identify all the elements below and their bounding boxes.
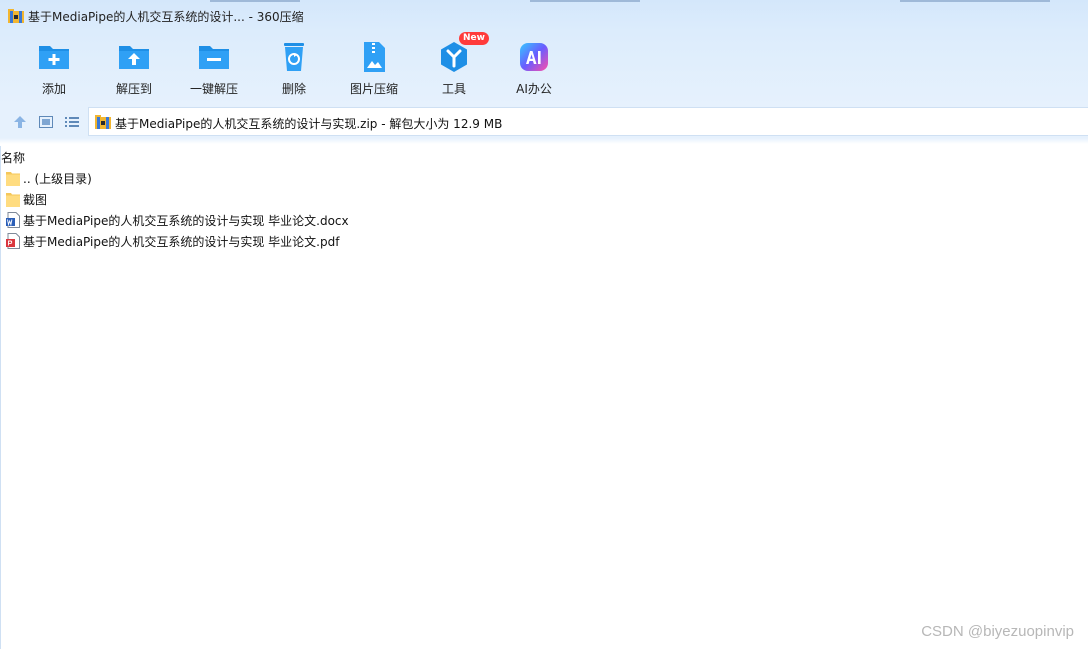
tools-label: 工具 xyxy=(441,82,466,96)
folder-icon xyxy=(6,193,20,207)
image-compress-label: 图片压缩 xyxy=(349,82,398,96)
tools-icon xyxy=(441,42,467,72)
separator xyxy=(0,138,1088,144)
navigation-bar: 基于MediaPipe的人机交互系统的设计与实现.zip - 解包大小为 12.… xyxy=(0,106,1088,138)
title-bar-highlight xyxy=(210,0,300,2)
title-bar-highlight xyxy=(900,0,1050,2)
file-list: 名称 .. (上级目录) 截图 基于MediaPipe的人机交互系统的设计与实现… xyxy=(0,146,1088,649)
list-item-docx[interactable]: 基于MediaPipe的人机交互系统的设计与实现 毕业论文.docx xyxy=(6,210,349,230)
delete-button[interactable]: 删除 xyxy=(254,38,334,100)
archive-path: 基于MediaPipe的人机交互系统的设计与实现.zip - 解包大小为 12.… xyxy=(115,117,503,131)
watermark: CSDN @biyezuopinvip xyxy=(921,623,1074,640)
file-name: .. (上级目录) xyxy=(23,171,92,186)
address-bar[interactable]: 基于MediaPipe的人机交互系统的设计与实现.zip - 解包大小为 12.… xyxy=(88,107,1088,136)
list-item-parent-directory[interactable]: .. (上级目录) xyxy=(6,168,92,188)
file-name: 截图 xyxy=(23,192,48,207)
folder-icon xyxy=(6,172,20,186)
list-item-pdf[interactable]: 基于MediaPipe的人机交互系统的设计与实现 毕业论文.pdf xyxy=(6,231,339,251)
recycle-bin-icon xyxy=(284,43,304,71)
window-title: 基于MediaPipe的人机交互系统的设计... - 360压缩 xyxy=(28,10,304,24)
column-header-name[interactable]: 名称 xyxy=(1,149,25,166)
header: 基于MediaPipe的人机交互系统的设计... - 360压缩 添加 解压到 xyxy=(0,0,1088,106)
title-bar-highlight xyxy=(530,0,640,2)
folder-oneclick-extract-icon xyxy=(199,46,229,69)
word-document-icon xyxy=(6,212,20,228)
ai-office-label: AI办公 xyxy=(516,82,552,96)
new-badge: New xyxy=(459,32,489,45)
image-compress-icon xyxy=(364,42,385,72)
one-click-extract-label: 一键解压 xyxy=(189,82,238,96)
list-view-icon[interactable] xyxy=(64,114,80,130)
pdf-document-icon xyxy=(6,233,20,249)
list-item-folder[interactable]: 截图 xyxy=(6,189,47,209)
one-click-extract-button[interactable]: 一键解压 xyxy=(174,38,254,100)
add-button[interactable]: 添加 xyxy=(14,38,94,100)
zip-archive-icon xyxy=(95,115,111,129)
thumbnail-view-icon[interactable] xyxy=(38,114,54,130)
file-name: 基于MediaPipe的人机交互系统的设计与实现 毕业论文.docx xyxy=(23,213,349,228)
up-arrow-icon[interactable] xyxy=(12,114,28,130)
extract-to-button[interactable]: 解压到 xyxy=(94,38,174,100)
toolbar: 添加 解压到 一键解压 删除 图片压缩 New 工具 AI办公 xyxy=(14,32,574,100)
file-name: 基于MediaPipe的人机交互系统的设计与实现 毕业论文.pdf xyxy=(23,234,340,249)
app-window: 基于MediaPipe的人机交互系统的设计... - 360压缩 添加 解压到 xyxy=(0,0,1088,649)
extract-to-label: 解压到 xyxy=(115,82,152,96)
zip-archive-icon xyxy=(8,9,24,23)
tools-button[interactable]: New 工具 xyxy=(414,32,494,100)
add-label: 添加 xyxy=(41,82,66,96)
folder-add-icon xyxy=(39,46,69,69)
ai-office-icon xyxy=(520,43,548,71)
title-bar[interactable]: 基于MediaPipe的人机交互系统的设计... - 360压缩 xyxy=(0,0,1088,32)
delete-label: 删除 xyxy=(281,82,306,96)
folder-extract-icon xyxy=(119,46,149,69)
image-compress-button[interactable]: 图片压缩 xyxy=(334,38,414,100)
ai-office-button[interactable]: AI办公 xyxy=(494,38,574,100)
